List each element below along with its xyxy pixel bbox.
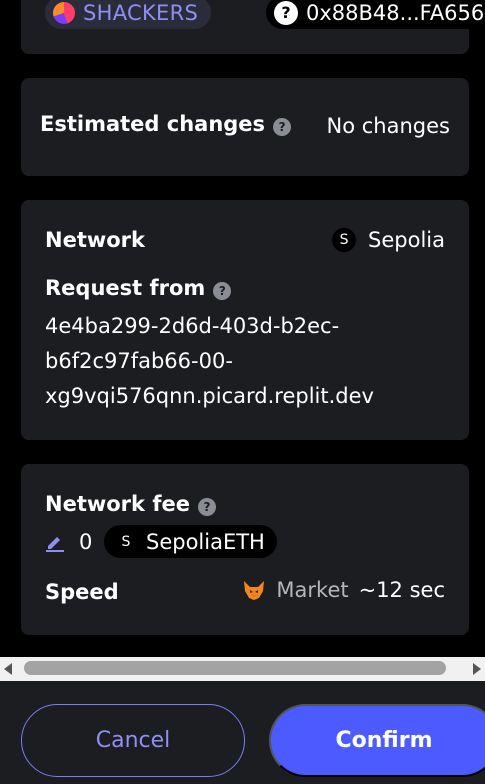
network-fee-row: Network fee? — [45, 492, 216, 516]
info-icon[interactable]: ? — [197, 497, 216, 516]
scroll-left-arrow-icon[interactable] — [4, 663, 12, 675]
estimated-changes-card: Estimated changes? No changes — [21, 78, 469, 176]
address-text: 0x88B48...FA656 — [306, 0, 485, 25]
estimated-changes-value: No changes — [326, 114, 450, 138]
speed-market: Market — [276, 578, 349, 602]
fox-icon — [244, 581, 265, 600]
estimated-changes-row: Estimated changes? — [40, 112, 292, 136]
account-pill[interactable]: SHACKERS — [45, 0, 211, 29]
scrollbar-thumb[interactable] — [24, 661, 446, 675]
fee-amount-row: 0 — [45, 530, 92, 554]
footer: Cancel Confirm — [0, 681, 485, 784]
account-name: SHACKERS — [83, 0, 199, 25]
network-name: Sepolia — [368, 228, 445, 252]
request-from-label: Request from — [45, 276, 206, 300]
fee-token-pill: S SepoliaETH — [104, 525, 277, 558]
network-fee-label: Network fee — [45, 492, 190, 516]
horizontal-scrollbar[interactable] — [0, 657, 485, 681]
sepolia-token-icon: S — [114, 529, 138, 554]
confirm-button[interactable]: Confirm — [269, 704, 485, 777]
fee-token-name: SepoliaETH — [146, 529, 265, 554]
network-fee-card: Network fee? 0 S SepoliaETH Speed Market… — [21, 464, 469, 635]
request-from-row: Request from? — [45, 276, 232, 300]
edit-pencil-icon[interactable] — [45, 532, 65, 552]
scroll-right-arrow-icon[interactable] — [473, 663, 481, 675]
info-icon[interactable]: ? — [213, 281, 232, 300]
speed-value: Market ~12 sec — [242, 578, 445, 602]
sepolia-network-icon: S — [332, 228, 357, 252]
origin-line: b6f2c97fab66-00- — [45, 349, 233, 373]
estimated-changes-label: Estimated changes — [40, 112, 266, 136]
account-logo-icon — [53, 1, 75, 24]
network-card: Network S Sepolia Request from? 4e4ba299… — [21, 200, 469, 440]
info-icon[interactable]: ? — [273, 117, 292, 136]
address-pill[interactable]: ? 0x88B48...FA656 — [266, 0, 485, 29]
origin-line: 4e4ba299-2d6d-403d-b2ec- — [45, 314, 340, 338]
origin-line: xg9vqi576qnn.picard.replit.dev — [45, 384, 374, 408]
speed-time: ~12 sec — [358, 578, 445, 602]
request-origin: 4e4ba299-2d6d-403d-b2ec- b6f2c97fab66-00… — [45, 309, 374, 414]
network-value: S Sepolia — [332, 228, 445, 252]
network-label: Network — [45, 228, 146, 252]
cancel-button[interactable]: Cancel — [21, 704, 245, 777]
unknown-token-icon: ? — [274, 0, 298, 25]
fee-amount: 0 — [79, 530, 93, 554]
speed-label: Speed — [45, 580, 119, 604]
